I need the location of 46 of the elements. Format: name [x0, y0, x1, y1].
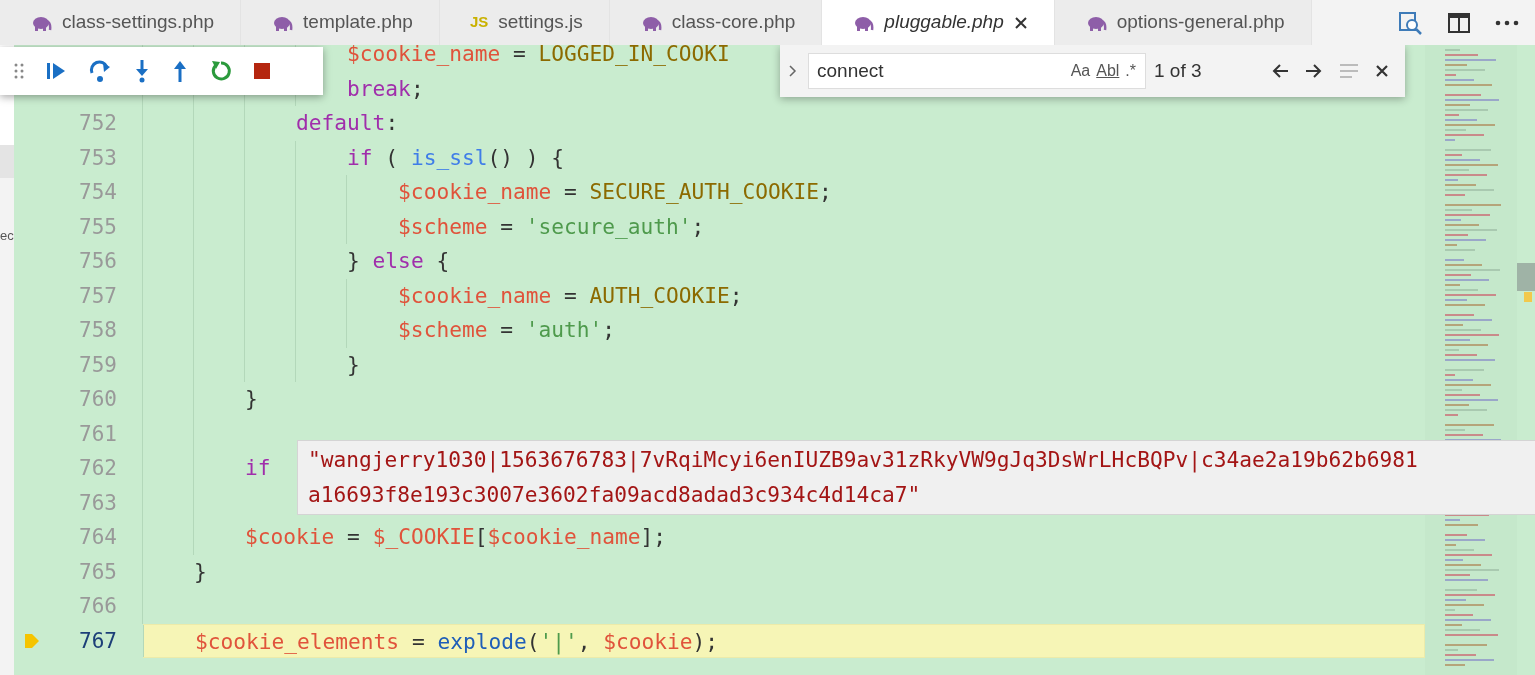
code-line: $cookie_elements = explode('|', $cookie);: [194, 628, 719, 654]
code-line: $cookie_name = LOGGED_IN_COOKI: [346, 45, 730, 66]
line-number: 753: [79, 144, 117, 172]
editor-tab[interactable]: pluggable.php: [822, 0, 1055, 45]
code-line: }: [244, 386, 258, 411]
code-line: if: [244, 455, 271, 480]
line-number: 763: [79, 489, 117, 517]
code-line: }: [193, 558, 207, 584]
editor-tab[interactable]: template.php: [241, 0, 440, 45]
line-number: 765: [79, 558, 117, 586]
code-line: $cookie = $_COOKIE[$cookie_name];: [244, 524, 667, 549]
line-number: 766: [79, 593, 117, 620]
code-line: } else {: [346, 248, 450, 273]
editor-tab[interactable]: options-general.php: [1054, 0, 1312, 45]
line-number: 767: [79, 627, 117, 655]
line-number: 755: [79, 213, 117, 241]
code-line: if ( is_ssl() ) {: [346, 144, 564, 170]
code-line: default:: [295, 110, 399, 135]
code-line: $scheme = 'auth';: [397, 317, 615, 342]
line-number: 752: [79, 110, 117, 137]
code-line: $cookie_name = SECURE_AUTH_COOKIE;: [397, 179, 832, 204]
editor-tab[interactable]: class-core.php: [609, 0, 823, 45]
search-field[interactable]: connect Aa Abl .*: [808, 53, 1146, 89]
editor-tab[interactable]: JS settings.js: [439, 0, 610, 45]
line-number: 758: [79, 317, 117, 344]
line-number: 764: [79, 524, 117, 551]
code-line: break;: [346, 75, 424, 101]
line-number: 759: [79, 351, 117, 379]
tooltip-text: "wangjerry1030|1563676783|7vRqiMcyi6enIUZB9av31zRkyVW9gJq3DsWrLHcBQPv|c34ae2a19b62b6981: [308, 446, 1419, 475]
search-option[interactable]: .*: [1122, 59, 1139, 83]
code-line: }: [346, 351, 360, 377]
search-option[interactable]: Aa: [1067, 59, 1094, 83]
line-number: 761: [79, 420, 117, 448]
search-option[interactable]: Abl: [1093, 59, 1123, 83]
line-number: 757: [79, 282, 117, 310]
code-line: $cookie_name = AUTH_COOKIE;: [397, 282, 743, 308]
match-count: 1 of 3: [1154, 58, 1202, 83]
editor-tab[interactable]: class-settings.php: [0, 0, 242, 45]
sidebar-text: ec: [0, 227, 14, 245]
line-number: 762: [79, 455, 117, 482]
file-type-label: JS: [469, 12, 489, 33]
tooltip-text: a16693f8e193c3007e3602fa09acd8adad3c934c4d14ca7": [308, 480, 922, 509]
code-line: $scheme = 'secure_auth';: [397, 213, 705, 239]
line-number: 756: [79, 248, 117, 275]
line-number: 760: [79, 386, 117, 413]
line-number: 754: [79, 179, 117, 206]
